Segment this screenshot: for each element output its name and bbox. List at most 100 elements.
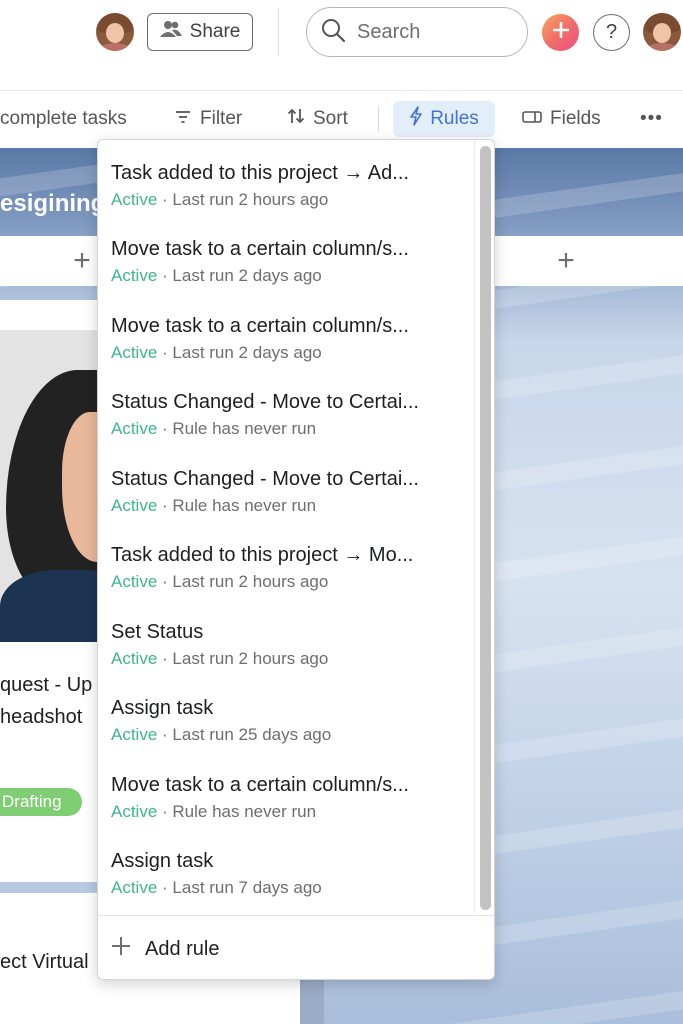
filter-icon	[174, 108, 192, 130]
rule-title: Task added to this project → Mo...	[111, 544, 414, 566]
meta-separator: ·	[157, 266, 173, 285]
rule-item[interactable]: Move task to a certain column/s... Activ…	[111, 237, 461, 287]
column-header: esigining	[0, 148, 105, 236]
card-title-line2: headshot	[0, 706, 83, 728]
toolbar-divider	[378, 106, 379, 132]
plus-icon: +	[557, 244, 575, 277]
sort-label: Sort	[313, 108, 348, 129]
scrollbar-thumb[interactable]	[480, 146, 491, 910]
question-icon: ?	[605, 21, 618, 43]
meta-separator: ·	[157, 190, 173, 209]
sort-button[interactable]: Sort	[287, 96, 348, 142]
card-title-line1: quest - Up	[0, 674, 93, 696]
rule-last-run: Rule has never run	[172, 496, 317, 515]
rule-title: Assign task	[111, 850, 214, 872]
rule-item[interactable]: Status Changed - Move to Certai... Activ…	[111, 390, 461, 440]
status-badge-label: Drafting	[2, 792, 62, 811]
filter-label: Filter	[200, 108, 243, 129]
search-placeholder: Search	[357, 20, 421, 43]
rule-title: Task added to this project → Ad...	[111, 162, 409, 184]
top-bar: Share Search ?	[0, 0, 683, 64]
meta-separator: ·	[157, 878, 173, 897]
add-task-button-2[interactable]: +	[495, 236, 683, 286]
plus-icon	[552, 21, 569, 43]
search-input[interactable]: Search	[306, 7, 528, 57]
fields-icon	[522, 108, 542, 130]
rule-status: Active	[111, 802, 158, 821]
fields-button[interactable]: Fields	[522, 96, 601, 142]
plus-icon: +	[73, 244, 91, 277]
rule-status: Active	[111, 190, 158, 209]
rule-status: Active	[111, 343, 158, 362]
rule-title: Status Changed - Move to Certai...	[111, 391, 419, 413]
share-button[interactable]: Share	[147, 13, 253, 51]
avatar[interactable]	[96, 13, 134, 51]
plus-icon	[111, 936, 131, 962]
status-badge: Drafting	[0, 788, 82, 816]
rule-status: Active	[111, 878, 158, 897]
card-title: ect Virtual	[0, 951, 89, 973]
rule-meta: Active · Last run 2 hours ago	[111, 571, 461, 593]
sort-icon	[287, 107, 305, 131]
rule-status: Active	[111, 649, 158, 668]
rule-last-run: Last run 2 hours ago	[172, 649, 329, 668]
rule-status: Active	[111, 725, 158, 744]
add-task-button[interactable]: +	[0, 236, 98, 286]
add-rule-label: Add rule	[145, 937, 220, 960]
lightning-icon	[409, 106, 423, 132]
rules-button[interactable]: Rules	[393, 101, 495, 137]
rule-item[interactable]: Status Changed - Move to Certai... Activ…	[111, 467, 461, 517]
add-rule-button[interactable]: Add rule	[111, 930, 220, 968]
rule-meta: Active · Last run 25 days ago	[111, 724, 461, 746]
rule-meta: Active · Rule has never run	[111, 801, 461, 823]
rule-last-run: Last run 2 days ago	[172, 343, 322, 362]
rule-last-run: Last run 25 days ago	[172, 725, 332, 744]
profile-avatar[interactable]	[643, 13, 681, 51]
fields-label: Fields	[550, 108, 601, 129]
rule-status: Active	[111, 266, 158, 285]
rule-last-run: Last run 2 hours ago	[172, 190, 329, 209]
divider	[278, 8, 279, 56]
rule-meta: Active · Last run 7 days ago	[111, 877, 461, 899]
card-cover-image	[0, 330, 98, 642]
rule-item[interactable]: Move task to a certain column/s... Activ…	[111, 314, 461, 364]
share-label: Share	[189, 21, 241, 42]
meta-separator: ·	[157, 572, 173, 591]
users-icon	[159, 20, 182, 44]
filter-button[interactable]: Filter	[174, 96, 242, 142]
topbar-divider	[0, 90, 683, 91]
rule-meta: Active · Last run 2 hours ago	[111, 189, 461, 211]
meta-separator: ·	[157, 802, 173, 821]
rule-title: Status Changed - Move to Certai...	[111, 468, 419, 490]
rule-item[interactable]: Assign task Active · Last run 7 days ago	[111, 849, 461, 899]
more-icon: •••	[640, 108, 663, 129]
rule-meta: Active · Last run 2 days ago	[111, 342, 461, 364]
help-button[interactable]: ?	[593, 14, 630, 51]
rule-title: Set Status	[111, 621, 204, 643]
rule-title: Assign task	[111, 697, 214, 719]
rule-meta: Active · Rule has never run	[111, 495, 461, 517]
rule-item[interactable]: Task added to this project → Ad... Activ…	[111, 161, 461, 211]
meta-separator: ·	[157, 725, 173, 744]
rule-last-run: Last run 2 hours ago	[172, 572, 329, 591]
incomplete-tasks-button[interactable]: complete tasks	[0, 96, 127, 142]
rule-item[interactable]: Set Status Active · Last run 2 hours ago	[111, 620, 461, 670]
more-options-button[interactable]: •••	[640, 96, 663, 142]
meta-separator: ·	[157, 419, 173, 438]
rule-status: Active	[111, 496, 158, 515]
rule-item[interactable]: Move task to a certain column/s... Activ…	[111, 773, 461, 823]
rule-last-run: Rule has never run	[172, 802, 317, 821]
rule-status: Active	[111, 419, 158, 438]
rule-item[interactable]: Assign task Active · Last run 25 days ag…	[111, 696, 461, 746]
scrollbar[interactable]	[474, 140, 495, 914]
quick-add-button[interactable]	[542, 14, 579, 51]
meta-separator: ·	[157, 496, 173, 515]
view-toolbar: complete tasks Filter Sort Rules Fields …	[0, 96, 683, 142]
rule-last-run: Last run 2 days ago	[172, 266, 322, 285]
rule-meta: Active · Last run 2 hours ago	[111, 648, 461, 670]
rule-title: Move task to a certain column/s...	[111, 774, 409, 796]
column-title: esigining	[0, 190, 106, 217]
rule-item[interactable]: Task added to this project → Mo... Activ…	[111, 543, 461, 593]
rule-title: Move task to a certain column/s...	[111, 315, 409, 337]
dropdown-divider	[98, 915, 494, 916]
